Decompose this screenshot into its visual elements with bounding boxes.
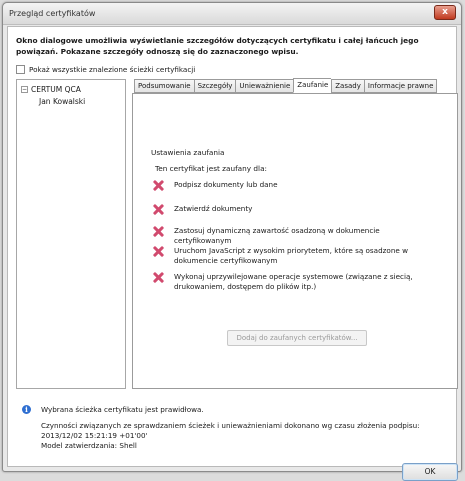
red-x-icon: [153, 204, 164, 215]
tab-revocation[interactable]: Unieważnienie: [235, 79, 294, 93]
title-bar[interactable]: Przegląd certyfikatów x: [3, 3, 461, 25]
red-x-icon: [153, 272, 164, 283]
red-x-icon: [153, 180, 164, 191]
trust-purpose-text: Podpisz dokumenty lub dane: [174, 180, 278, 189]
add-to-trusted-button[interactable]: Dodaj do zaufanych certyfikatów...: [227, 330, 367, 346]
tab-summary[interactable]: Podsumowanie: [134, 79, 194, 93]
path-valid-text: Wybrana ścieżka certyfikatu jest prawidł…: [41, 405, 204, 414]
show-all-paths-checkbox[interactable]: [16, 64, 25, 74]
trust-purpose-text: Wykonaj uprzywilejowane operacje systemo…: [174, 272, 413, 291]
dialog-content: Okno dialogowe umożliwia wyświetlanie sz…: [7, 26, 458, 481]
details-panel: Podsumowanie Szczegóły Unieważnienie Zau…: [132, 78, 458, 389]
tree-item-child-label: Jan Kowalski: [39, 97, 86, 106]
show-all-paths-label: Pokaż wszystkie znalezione ścieżki certy…: [29, 64, 196, 74]
trust-tab-content: Ustawienia zaufania Ten certyfikat jest …: [132, 93, 458, 389]
tab-details[interactable]: Szczegóły: [193, 79, 236, 93]
verification-note: Czynności związanych ze sprawdzaniem ści…: [41, 421, 441, 451]
window-title: Przegląd certyfikatów: [9, 9, 96, 18]
trusted-for-label: Ten certyfikat jest zaufany dla:: [155, 164, 267, 173]
tab-strip: Podsumowanie Szczegóły Unieważnienie Zau…: [134, 78, 438, 93]
close-button[interactable]: x: [434, 5, 456, 20]
trust-purpose-item: Podpisz dokumenty lub dane: [153, 180, 434, 191]
trust-purpose-text: Zastosuj dynamiczną zawartość osadzoną w…: [174, 226, 380, 245]
verification-note-line: Czynności związanych ze sprawdzaniem ści…: [41, 421, 420, 430]
tree-item-root-label: CERTUM QCA: [31, 85, 81, 94]
show-all-paths-option[interactable]: Pokaż wszystkie znalezione ścieżki certy…: [16, 63, 195, 75]
certificate-path-tree: − CERTUM QCA Jan Kowalski: [16, 79, 126, 389]
trust-purpose-item: Uruchom JavaScript z wysokim priorytetem…: [153, 246, 424, 266]
red-x-icon: [153, 226, 164, 237]
trust-purpose-text: Zatwierdź dokumenty: [174, 204, 253, 213]
red-x-icon: [153, 246, 164, 257]
tree-item-root[interactable]: − CERTUM QCA: [21, 84, 81, 95]
trust-purpose-item: Zastosuj dynamiczną zawartość osadzoną w…: [153, 226, 434, 246]
trust-purpose-item: Wykonaj uprzywilejowane operacje systemo…: [153, 272, 424, 292]
trust-purpose-text: Uruchom JavaScript z wysokim priorytetem…: [174, 246, 408, 265]
ok-button[interactable]: OK: [402, 463, 458, 481]
tree-item-child[interactable]: Jan Kowalski: [39, 96, 85, 107]
tab-policies[interactable]: Zasady: [331, 79, 364, 93]
collapse-icon[interactable]: −: [21, 86, 28, 93]
validation-model: Model zatwierdzania: Shell: [41, 441, 137, 450]
path-status: i Wybrana ścieżka certyfikatu jest prawi…: [22, 405, 204, 414]
tab-legal-notice[interactable]: Informacje prawne: [363, 79, 438, 93]
intro-text: Okno dialogowe umożliwia wyświetlanie sz…: [16, 36, 419, 56]
trust-settings-heading: Ustawienia zaufania: [151, 148, 225, 157]
close-icon: x: [442, 7, 448, 17]
trust-purpose-item: Zatwierdź dokumenty: [153, 204, 434, 215]
tab-trust[interactable]: Zaufanie: [293, 78, 332, 93]
certificate-viewer-window: Przegląd certyfikatów x Okno dialogowe u…: [2, 2, 462, 481]
verification-time: 2013/12/02 15:21:19 +01'00': [41, 431, 148, 440]
info-icon: i: [22, 405, 31, 414]
